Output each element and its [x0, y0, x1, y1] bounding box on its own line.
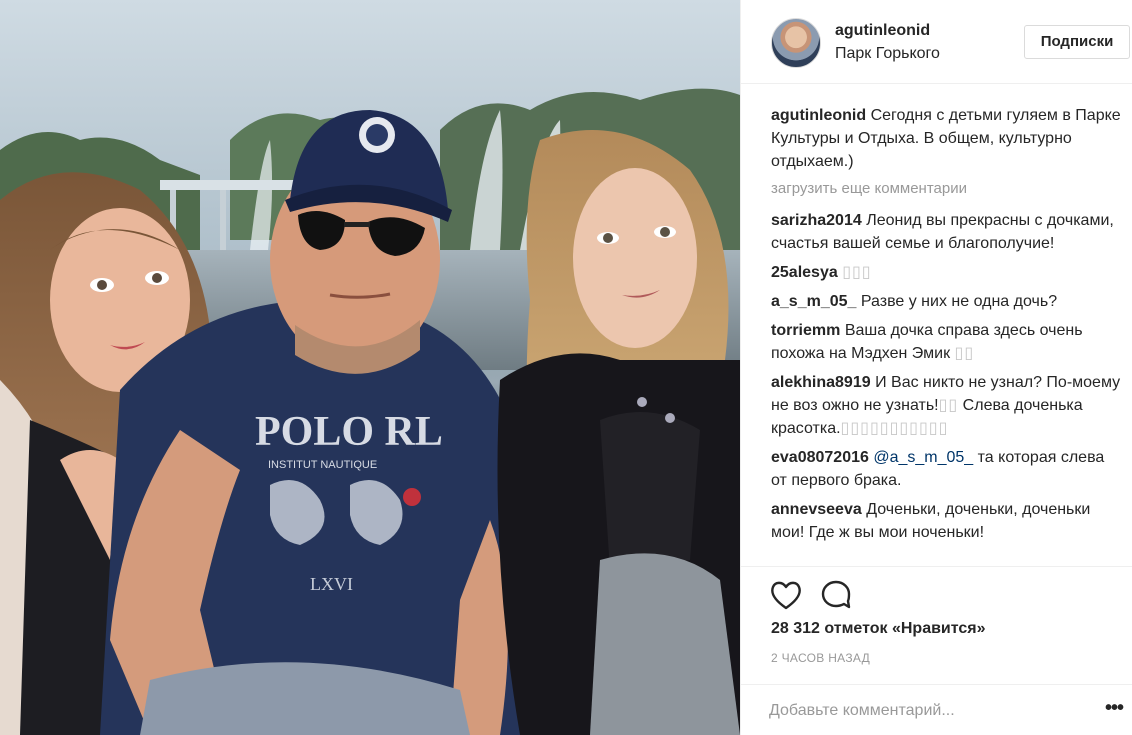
- more-icon[interactable]: •••: [1105, 698, 1125, 721]
- comment-input[interactable]: [769, 697, 1069, 725]
- header-username-link[interactable]: agutinleonid: [835, 22, 930, 40]
- mention-link[interactable]: @a_s_m_05_: [873, 449, 973, 466]
- emoji-placeholder: ▯▯▯▯▯▯▯▯▯▯▯: [840, 420, 949, 437]
- heart-icon[interactable]: [769, 579, 803, 611]
- comment-text: Разве у них не одна дочь?: [860, 293, 1058, 310]
- comment-username-link[interactable]: annevseeva: [771, 501, 862, 518]
- comment-username-link[interactable]: alekhina8919: [771, 374, 871, 391]
- post-photo[interactable]: POLO RL INSTITUT NAUTIQUE LXVI: [0, 0, 740, 735]
- caption: agutinleonid Сегодня с детьми гуляем в П…: [771, 104, 1123, 173]
- emoji-placeholder: ▯▯: [954, 345, 975, 362]
- list-item: annevseeva Доченьки, доченьки, доченьки …: [771, 498, 1123, 544]
- comment-icon[interactable]: [819, 579, 853, 611]
- location-link[interactable]: Парк Горького: [835, 45, 940, 63]
- list-item: eva08072016 @a_s_m_05_ та которая слева …: [771, 446, 1123, 492]
- list-item: alekhina8919 И Вас никто не узнал? По-мо…: [771, 371, 1123, 440]
- avatar[interactable]: [771, 18, 821, 68]
- shirt-print-subtitle: INSTITUT NAUTIQUE: [268, 459, 377, 471]
- post-timestamp[interactable]: 2 ЧАСОВ НАЗАД: [771, 651, 870, 665]
- photo-illustration: POLO RL INSTITUT NAUTIQUE LXVI: [0, 0, 740, 735]
- comment-username-link[interactable]: sarizha2014: [771, 212, 862, 229]
- comment-username-link[interactable]: eva08072016: [771, 449, 869, 466]
- list-item: torriemm Ваша дочка справа здесь очень п…: [771, 319, 1123, 365]
- list-item: sarizha2014 Леонид вы прекрасны с дочкам…: [771, 209, 1123, 255]
- comment-username-link[interactable]: 25alesya: [771, 264, 838, 281]
- following-button[interactable]: Подписки: [1024, 25, 1130, 59]
- comment-username-link[interactable]: a_s_m_05_: [771, 293, 856, 310]
- comment-username-link[interactable]: torriemm: [771, 322, 840, 339]
- shirt-print-number: LXVI: [310, 574, 353, 594]
- post-actions: [741, 566, 1132, 626]
- shirt-print-title: POLO RL: [255, 409, 443, 455]
- load-more-comments-button[interactable]: загрузить еще комментарии: [771, 179, 1123, 199]
- add-comment-bar: •••: [741, 684, 1132, 735]
- emoji-placeholder: ▯▯▯: [842, 264, 872, 281]
- emoji-placeholder: ▯▯: [938, 397, 959, 414]
- post-header: agutinleonid Парк Горького Подписки: [741, 0, 1132, 84]
- post-sidebar: agutinleonid Парк Горького Подписки agut…: [740, 0, 1132, 735]
- likes-count[interactable]: 28 312 отметок «Нравится»: [771, 620, 986, 638]
- caption-username-link[interactable]: agutinleonid: [771, 107, 866, 124]
- list-item: a_s_m_05_ Разве у них не одна дочь?: [771, 290, 1123, 313]
- comments-list[interactable]: agutinleonid Сегодня с детьми гуляем в П…: [771, 104, 1123, 566]
- list-item: 25alesya ▯▯▯: [771, 261, 1123, 284]
